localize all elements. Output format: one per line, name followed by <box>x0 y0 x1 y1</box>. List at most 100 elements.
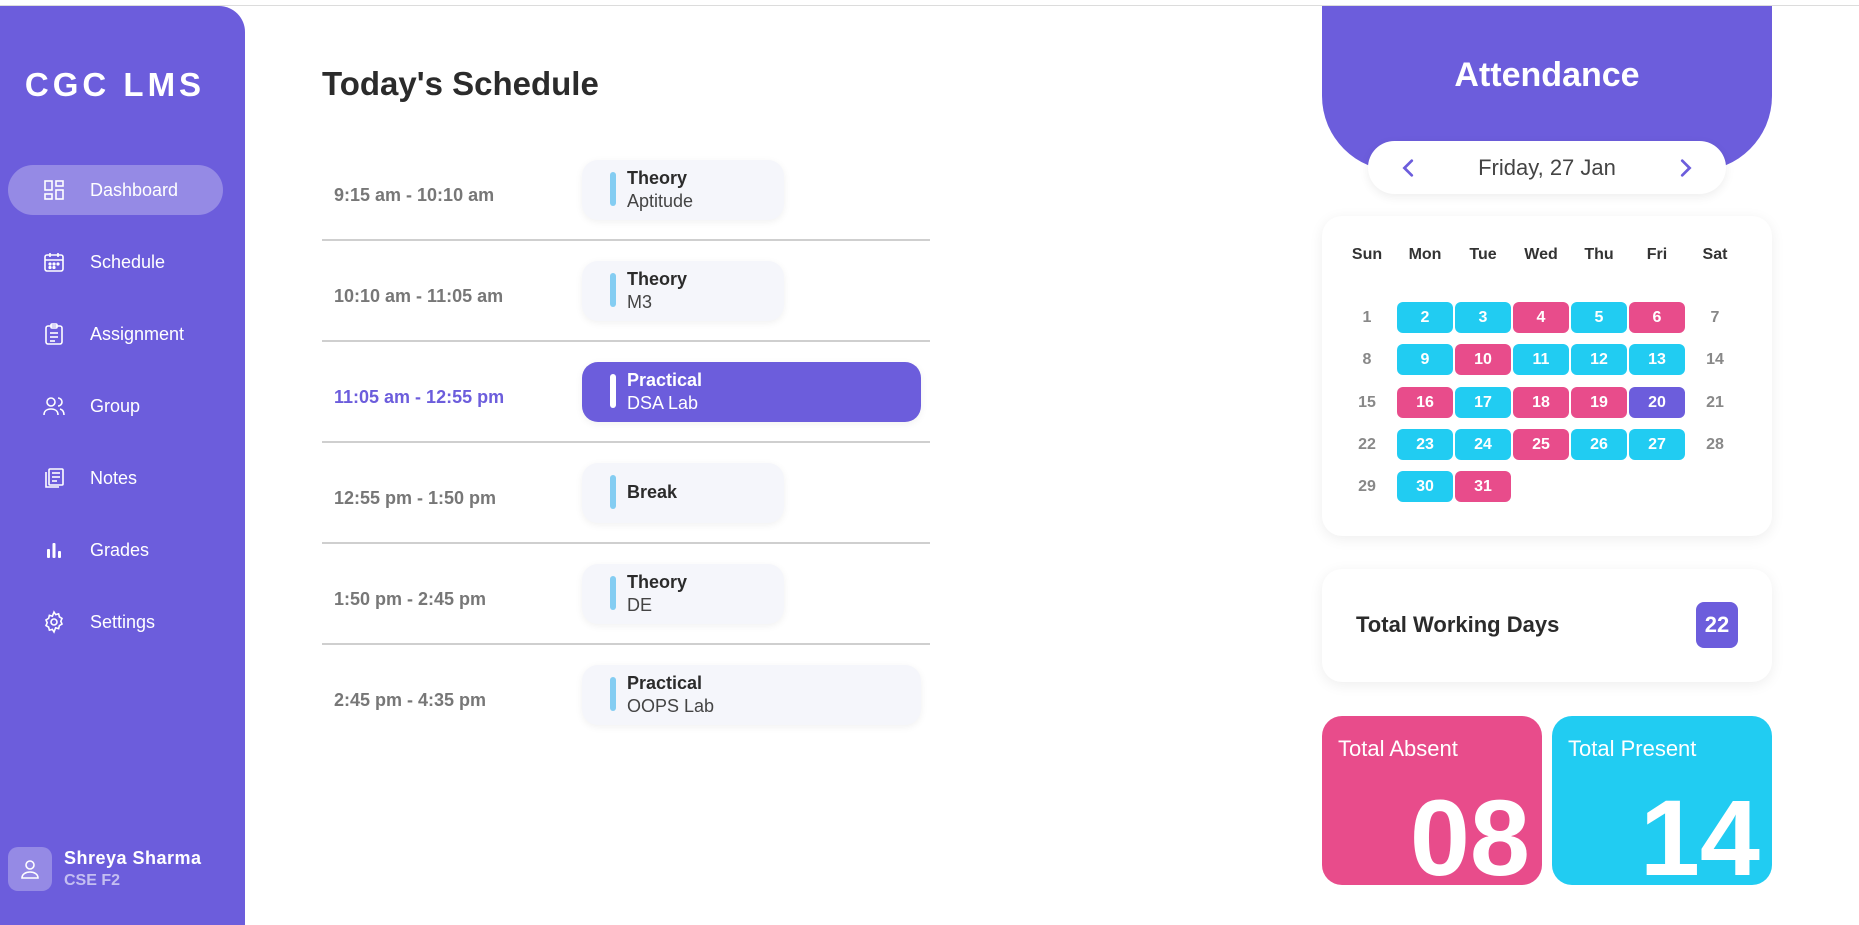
calendar-day-today[interactable]: 20 <box>1629 387 1685 418</box>
calendar-day-absent[interactable]: 31 <box>1455 471 1511 502</box>
total-absent-label: Total Absent <box>1338 736 1458 761</box>
sidebar-item-grades[interactable]: Grades <box>8 525 223 575</box>
calendar-day-off[interactable]: 15 <box>1339 387 1395 418</box>
total-present-value: 14 <box>1639 777 1760 886</box>
total-absent-value: 08 <box>1409 777 1530 886</box>
calendar-day-present[interactable]: 24 <box>1455 429 1511 460</box>
total-working-days-label: Total Working Days <box>1356 612 1560 637</box>
weekday-label: Sun <box>1351 246 1383 263</box>
total-present-card: Total Present 14 <box>1552 716 1772 885</box>
calendar-day-off[interactable]: 28 <box>1687 429 1743 460</box>
sidebar-item-schedule[interactable]: Schedule <box>8 237 223 287</box>
calendar-day-off[interactable]: 7 <box>1687 302 1743 333</box>
calendar-day-off[interactable]: 21 <box>1687 387 1743 418</box>
sidebar-item-label: Dashboard <box>90 179 179 200</box>
total-absent-card: Total Absent 08 <box>1322 716 1542 885</box>
class-card[interactable]: Practical OOPS Lab <box>582 665 921 725</box>
calendar-day-present[interactable]: 27 <box>1629 429 1685 460</box>
gear-icon <box>44 610 64 634</box>
calendar-day-present[interactable]: 3 <box>1455 302 1511 333</box>
schedule-row: 2:45 pm - 4:35 pm Practical OOPS Lab <box>322 645 930 746</box>
calendar-day-present[interactable]: 13 <box>1629 344 1685 375</box>
user-name: Shreya Sharma <box>64 848 202 868</box>
schedule-time: 2:45 pm - 4:35 pm <box>334 690 487 710</box>
sidebar-item-label: Group <box>90 395 141 416</box>
calendar-day-absent[interactable]: 10 <box>1455 344 1511 375</box>
class-subject: M3 <box>627 292 653 312</box>
class-card-current[interactable]: Practical DSA Lab <box>582 362 921 422</box>
class-card[interactable]: Theory Aptitude <box>582 160 784 220</box>
class-subject: DSA Lab <box>627 393 699 413</box>
notes-icon <box>45 468 64 488</box>
class-kind: Practical <box>627 673 703 693</box>
class-kind: Theory <box>627 572 688 592</box>
user-class: CSE F2 <box>64 872 121 889</box>
page-title: Today's Schedule <box>322 65 599 102</box>
weekday-label: Fri <box>1646 246 1668 263</box>
user-profile[interactable]: Shreya Sharma CSE F2 <box>8 847 202 891</box>
calendar-day-off[interactable]: 8 <box>1339 344 1395 375</box>
calendar-day-off[interactable]: 22 <box>1339 429 1395 460</box>
weekday-label: Wed <box>1524 246 1558 263</box>
calendar-icon <box>44 253 64 272</box>
chevron-left-icon[interactable] <box>1398 157 1420 179</box>
clipboard-icon <box>45 323 63 345</box>
users-icon <box>43 397 65 416</box>
bar-chart-icon <box>47 543 61 558</box>
sidebar-item-settings[interactable]: Settings <box>8 597 223 647</box>
sidebar-item-label: Schedule <box>90 251 166 272</box>
schedule-time: 9:15 am - 10:10 am <box>334 185 495 205</box>
schedule-list: 9:15 am - 10:10 am Theory Aptitude 10:10… <box>322 140 930 746</box>
sidebar-item-notes[interactable]: Notes <box>8 453 223 503</box>
calendar-day-present[interactable]: 5 <box>1571 302 1627 333</box>
calendar-day-absent[interactable]: 18 <box>1513 387 1569 418</box>
calendar-day-absent[interactable]: 4 <box>1513 302 1569 333</box>
weekday-label: Thu <box>1584 246 1614 263</box>
sidebar-item-label: Notes <box>90 467 138 488</box>
calendar-day-absent[interactable]: 6 <box>1629 302 1685 333</box>
weekday-label: Mon <box>1408 246 1442 263</box>
calendar-day-absent[interactable]: 16 <box>1397 387 1453 418</box>
class-card[interactable]: Theory DE <box>582 564 784 624</box>
schedule-time: 10:10 am - 11:05 am <box>334 286 504 306</box>
sidebar-item-assignment[interactable]: Assignment <box>8 309 223 359</box>
avatar <box>8 847 52 891</box>
sidebar-item-label: Grades <box>90 539 150 560</box>
sidebar-item-label: Settings <box>90 611 156 632</box>
attendance-title: Attendance <box>1454 56 1640 94</box>
calendar-day-present[interactable]: 11 <box>1513 344 1569 375</box>
sidebar-item-label: Assignment <box>90 323 185 344</box>
user-icon <box>21 860 39 879</box>
class-card[interactable]: Theory M3 <box>582 261 784 321</box>
calendar-day-absent[interactable]: 25 <box>1513 429 1569 460</box>
class-card[interactable]: Break <box>582 463 784 523</box>
calendar-day-absent[interactable]: 19 <box>1571 387 1627 418</box>
calendar-day-off[interactable]: 1 <box>1339 302 1395 333</box>
calendar-day-present[interactable]: 17 <box>1455 387 1511 418</box>
schedule-row: 9:15 am - 10:10 am Theory Aptitude <box>322 140 930 241</box>
sidebar: CGC LMS Dashboard Schedule Assignment Gr… <box>0 6 245 925</box>
calendar-day-present[interactable]: 2 <box>1397 302 1453 333</box>
weekday-label: Tue <box>1469 246 1497 263</box>
schedule-time: 12:55 pm - 1:50 pm <box>334 488 497 508</box>
sidebar-item-group[interactable]: Group <box>8 381 223 431</box>
sidebar-item-dashboard[interactable]: Dashboard <box>8 165 223 215</box>
calendar-day-present[interactable]: 30 <box>1397 471 1453 502</box>
schedule-row: 12:55 pm - 1:50 pm Break <box>322 443 930 544</box>
total-working-days-value: 22 <box>1696 602 1738 648</box>
schedule-row: 10:10 am - 11:05 am Theory M3 <box>322 241 930 342</box>
chevron-right-icon[interactable] <box>1674 157 1696 179</box>
calendar-day-present[interactable]: 26 <box>1571 429 1627 460</box>
class-kind: Theory <box>627 269 688 289</box>
schedule-row: 1:50 pm - 2:45 pm Theory DE <box>322 544 930 645</box>
schedule-time: 11:05 am - 12:55 pm <box>334 387 505 407</box>
schedule-row-current: 11:05 am - 12:55 pm Practical DSA Lab <box>322 342 930 443</box>
calendar-day-off[interactable]: 29 <box>1339 471 1395 502</box>
calendar-day-present[interactable]: 23 <box>1397 429 1453 460</box>
calendar-day-present[interactable]: 12 <box>1571 344 1627 375</box>
total-present-label: Total Present <box>1568 736 1697 761</box>
class-subject: OOPS Lab <box>627 696 715 716</box>
weekday-label: Sat <box>1702 246 1728 263</box>
calendar-day-present[interactable]: 9 <box>1397 344 1453 375</box>
calendar-day-off[interactable]: 14 <box>1687 344 1743 375</box>
